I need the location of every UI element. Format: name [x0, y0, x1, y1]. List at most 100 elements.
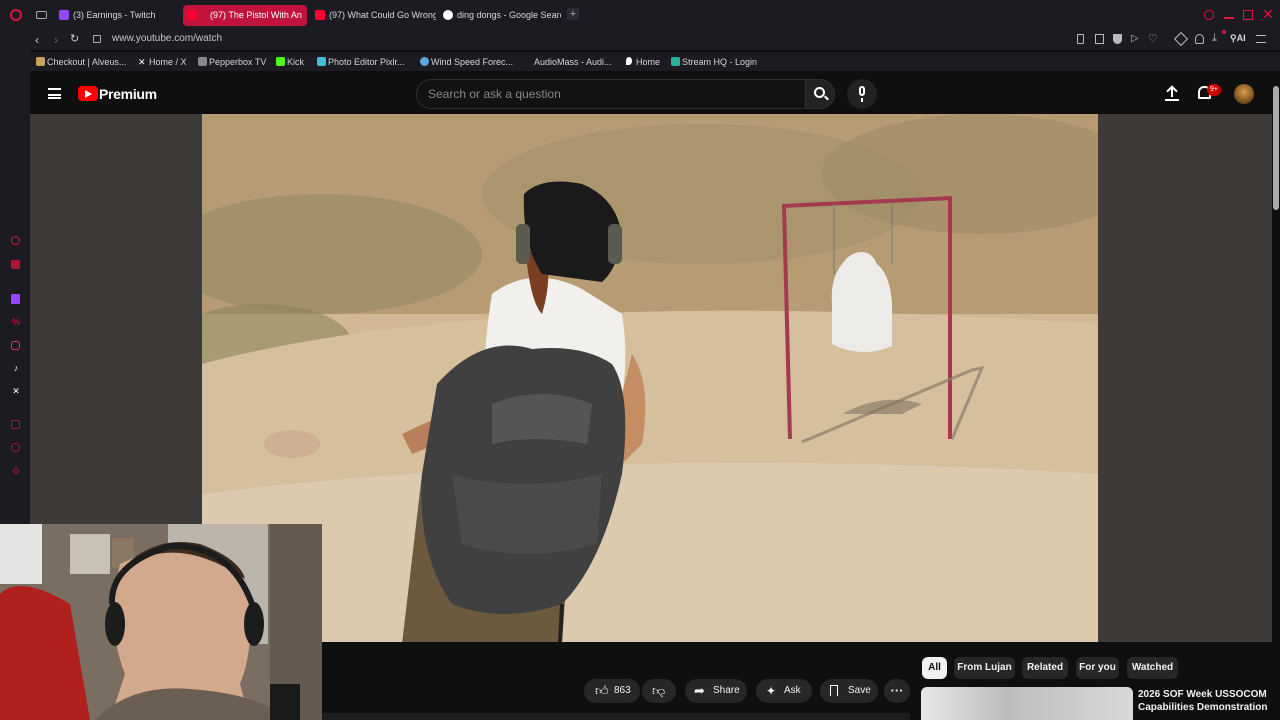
opera-logo-icon[interactable]: [10, 9, 22, 21]
shield-icon[interactable]: [1113, 34, 1122, 44]
bookmark-label: Pepperbox TV: [209, 57, 267, 67]
location-pin-icon: [626, 57, 632, 65]
pepperbox-icon: [198, 57, 207, 66]
back-icon[interactable]: ‹: [35, 33, 39, 47]
recommended-thumbnail[interactable]: [921, 687, 1133, 720]
search-input[interactable]: Search or ask a question: [416, 79, 807, 109]
bookmark-label: AudioMass - Audi...: [534, 57, 612, 67]
address-bar: ‹ › ↻ www.youtube.com/watch ▷ ♡ ⤓ ⚲AI: [0, 30, 1280, 50]
close-button[interactable]: ✕: [1262, 7, 1274, 21]
recommended-title[interactable]: 2026 SOF Week USSOCOM Capabilities Demon…: [1138, 688, 1267, 714]
youtube-icon: [187, 10, 197, 20]
audiomass-icon: [523, 57, 532, 66]
twitch-icon: [59, 10, 69, 20]
premium-label: Premium: [99, 86, 157, 102]
tab-google-search[interactable]: ding dongs - Google Search: [439, 5, 561, 26]
x-icon: ✕: [138, 57, 146, 67]
twitch-sidebar-icon[interactable]: [11, 294, 20, 304]
tab-grid-icon[interactable]: [36, 11, 47, 19]
ask-button[interactable]: ✦ Ask: [756, 679, 812, 703]
like-count: 863: [614, 685, 631, 696]
bookmark-icon: [830, 685, 838, 696]
extensions-icon[interactable]: [1173, 31, 1189, 47]
browser-tab-bar: (3) Earnings - Twitch (97) The Pistol Wi…: [0, 0, 1280, 30]
tiktok-icon[interactable]: ♪: [11, 363, 21, 373]
pixlr-icon: [317, 57, 326, 66]
search-tabs-icon[interactable]: [1204, 10, 1214, 20]
chip-from-lujan[interactable]: From Lujan: [954, 657, 1015, 679]
pin-icon[interactable]: [1077, 34, 1084, 44]
bookmark-audiomass[interactable]: AudioMass - Audi...: [523, 55, 612, 69]
bookmark-label: Home: [636, 57, 661, 67]
share-label: Share: [713, 685, 740, 696]
avatar[interactable]: [1234, 84, 1254, 104]
menu-icon[interactable]: [1256, 35, 1266, 43]
pinboard-icon[interactable]: [11, 420, 20, 429]
bookmark-home[interactable]: Home: [625, 55, 660, 69]
forward-icon[interactable]: ›: [54, 33, 58, 47]
chip-for-you[interactable]: For you: [1076, 657, 1119, 679]
chip-all[interactable]: All: [922, 657, 947, 679]
microphone-icon: [859, 86, 865, 96]
bookmark-pixlr[interactable]: Photo Editor Pixlr...: [317, 55, 405, 69]
hamburger-menu-icon[interactable]: [48, 88, 61, 99]
thumbs-down-icon: 👎︎: [652, 683, 666, 698]
more-icon: ···: [890, 683, 904, 698]
new-tab-button[interactable]: +: [567, 8, 579, 20]
description-divider: [322, 713, 910, 720]
bookmark-label: Photo Editor Pixlr...: [328, 57, 405, 67]
like-button[interactable]: 👍︎ 863: [584, 679, 640, 703]
profile-icon[interactable]: [1195, 34, 1204, 44]
stream-hq-icon: [671, 57, 680, 66]
percent-icon[interactable]: %: [11, 317, 21, 327]
dislike-button[interactable]: 👎︎: [642, 679, 676, 703]
webcam-feed: [0, 524, 322, 720]
tab-twitch-earnings[interactable]: (3) Earnings - Twitch: [55, 5, 180, 26]
download-icon[interactable]: ⤓: [1212, 32, 1217, 45]
bookmark-alveus[interactable]: Checkout | Alveus...: [36, 55, 126, 69]
video-player[interactable]: [202, 114, 1098, 642]
x-sidebar-icon[interactable]: ✕: [11, 386, 21, 396]
chip-related[interactable]: Related: [1022, 657, 1068, 679]
scrollbar-thumb[interactable]: [1273, 86, 1279, 210]
aria-icon[interactable]: [11, 236, 20, 245]
youtube-icon: [315, 10, 325, 20]
bookmark-page-icon[interactable]: [1095, 34, 1104, 44]
chip-watched[interactable]: Watched: [1127, 657, 1178, 679]
tab-label: ding dongs - Google Search: [457, 10, 561, 20]
url-field[interactable]: www.youtube.com/watch: [112, 33, 222, 44]
notification-badge: 9+: [1207, 84, 1221, 96]
settings-icon[interactable]: ⚙: [11, 466, 21, 476]
reload-icon[interactable]: ↻: [70, 32, 79, 45]
upload-icon[interactable]: [1165, 85, 1179, 101]
heart-icon[interactable]: ♡: [1148, 32, 1158, 45]
maximize-button[interactable]: [1243, 10, 1253, 20]
share-button[interactable]: ➦ Share: [685, 679, 747, 703]
bookmark-wind-speed[interactable]: Wind Speed Forec...: [420, 55, 513, 69]
ai-button[interactable]: ⚲AI: [1230, 33, 1246, 44]
tab-pistol-video[interactable]: (97) The Pistol With An: [183, 5, 307, 26]
bookmark-label: Home / X: [149, 57, 187, 67]
bookmarks-bar: Checkout | Alveus... ✕ Home / X Pepperbox…: [0, 52, 1280, 71]
bookmark-stream-hq[interactable]: Stream HQ - Login: [671, 55, 757, 69]
google-icon: [443, 10, 453, 20]
minimize-button[interactable]: [1224, 17, 1234, 19]
ask-label: Ask: [784, 685, 801, 696]
play-icon[interactable]: ▷: [1131, 33, 1139, 44]
title-line-1: 2026 SOF Week USSOCOM: [1138, 689, 1267, 700]
voice-search-button[interactable]: [847, 79, 877, 109]
crypto-wallet-icon[interactable]: [11, 260, 20, 269]
instagram-icon[interactable]: [11, 341, 20, 350]
bookmark-kick[interactable]: Kick: [276, 55, 304, 69]
page-scrollbar[interactable]: [1272, 72, 1280, 720]
alveus-icon: [36, 57, 45, 66]
tab-what-could-go-wrong[interactable]: (97) What Could Go Wrong: [311, 5, 436, 26]
more-actions-button[interactable]: ···: [884, 679, 910, 703]
save-button[interactable]: Save: [820, 679, 878, 703]
search-button[interactable]: [805, 79, 835, 109]
history-icon[interactable]: [11, 443, 20, 452]
youtube-logo[interactable]: [78, 86, 98, 101]
tab-label: (97) What Could Go Wrong: [329, 10, 436, 20]
bookmark-pepperbox[interactable]: Pepperbox TV: [198, 55, 266, 69]
bookmark-x-home[interactable]: ✕ Home / X: [138, 55, 187, 69]
